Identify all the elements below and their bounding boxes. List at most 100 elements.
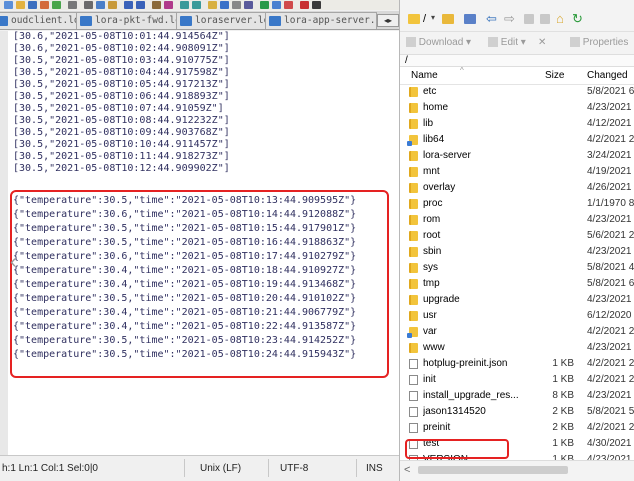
file-row[interactable]: root 5/6/2021 2:57 — [400, 228, 634, 244]
back-icon[interactable]: ⇦ — [486, 11, 497, 27]
file-row[interactable]: var 4/2/2021 2:22 — [400, 324, 634, 340]
file-row[interactable]: install_upgrade_res... 8 KB 4/23/2021 1:0 — [400, 388, 634, 404]
json-lines-highlight-box — [10, 190, 389, 378]
file-row[interactable]: www 4/23/2021 7:5 — [400, 340, 634, 356]
file-row[interactable]: proc 1/1/1970 8:00 — [400, 196, 634, 212]
play-macro-icon[interactable] — [312, 1, 321, 9]
edit-label: Edit — [500, 37, 519, 48]
folder-link-icon — [407, 327, 418, 338]
user-lang-icon[interactable] — [260, 1, 269, 9]
explorer-action-toolbar: Download ▾ Edit ▾ ✕ Properties — [400, 32, 634, 54]
tab-scroll-arrows[interactable]: ◂▸ — [377, 14, 399, 27]
file-changed-date: 4/23/2021 7:5 — [587, 102, 634, 113]
folder-icon[interactable] — [408, 14, 420, 24]
insert-mode: INS — [366, 463, 383, 474]
undo-icon[interactable] — [124, 1, 133, 9]
refresh-icon[interactable]: ↻ — [572, 11, 583, 27]
redo-icon[interactable] — [136, 1, 145, 9]
file-row[interactable]: tmp 5/8/2021 6:15 — [400, 276, 634, 292]
folder-icon — [409, 119, 418, 129]
folder-icon — [409, 151, 418, 161]
current-path-bar[interactable]: / — [400, 54, 634, 67]
file-name: overlay — [423, 182, 456, 193]
replace-icon[interactable] — [164, 1, 173, 9]
path-root[interactable]: / — [423, 13, 426, 25]
show-all-chars-icon[interactable] — [232, 1, 241, 9]
file-name: sbin — [423, 246, 442, 257]
root-dir-icon[interactable] — [540, 14, 550, 24]
folder-icon — [409, 247, 418, 257]
file-row[interactable]: sbin 4/23/2021 7:5 — [400, 244, 634, 260]
column-changed[interactable]: Changed — [587, 70, 628, 81]
parent-dir-icon[interactable] — [524, 14, 534, 24]
folder-icon — [409, 103, 418, 113]
home-icon[interactable]: ⌂ — [556, 11, 564, 26]
file-row[interactable]: usr 6/12/2020 5:4 — [400, 308, 634, 324]
edit-button[interactable]: Edit ▾ — [488, 37, 526, 48]
column-size[interactable]: Size — [545, 70, 564, 81]
save-all-icon[interactable] — [40, 1, 49, 9]
file-row[interactable]: home 4/23/2021 7:5 — [400, 100, 634, 116]
filter-icon[interactable] — [464, 14, 476, 24]
find-icon[interactable] — [152, 1, 161, 9]
file-changed-date: 4/2/2021 2:22 — [587, 374, 634, 385]
file-icon — [409, 407, 418, 417]
forward-icon[interactable]: ⇨ — [504, 11, 515, 27]
file-row[interactable]: lib64 4/2/2021 2:22 — [400, 132, 634, 148]
open-file-icon[interactable] — [16, 1, 25, 9]
file-row[interactable]: lib 4/12/2021 9:5 — [400, 116, 634, 132]
file-row[interactable]: sys 5/8/2021 4:34 — [400, 260, 634, 276]
indent-guide-icon[interactable] — [244, 1, 253, 9]
editor-text-area[interactable]: [30.6,"2021-05-08T10:01:44.914564Z"] [30… — [0, 31, 399, 455]
function-list-icon[interactable] — [284, 1, 293, 9]
column-name[interactable]: Name — [411, 70, 438, 81]
zoom-out-icon[interactable] — [192, 1, 201, 9]
file-size: 1 KB — [552, 358, 574, 369]
file-size: 1 KB — [552, 374, 574, 385]
file-row[interactable]: mnt 4/19/2021 9:4 — [400, 164, 634, 180]
editor-toolbar — [0, 0, 399, 10]
cut-icon[interactable] — [84, 1, 93, 9]
horizontal-scrollbar[interactable]: < — [400, 460, 634, 481]
sync-scroll-icon[interactable] — [208, 1, 217, 9]
file-name: home — [423, 102, 449, 113]
edit-icon — [488, 37, 498, 48]
file-row[interactable]: rom 4/23/2021 7:5 — [400, 212, 634, 228]
properties-button[interactable]: Properties — [570, 37, 628, 48]
close-file-icon[interactable] — [52, 1, 61, 9]
file-name: var — [423, 326, 437, 337]
scrollbar-thumb[interactable] — [418, 466, 568, 474]
paste-icon[interactable] — [108, 1, 117, 9]
code-line: [30.5,"2021-05-08T10:12:44.909902Z"] — [13, 163, 230, 174]
tab-lora-app-server-log[interactable]: lora-app-server.log — [265, 12, 377, 29]
new-file-icon[interactable] — [4, 1, 13, 9]
file-row[interactable]: preinit 2 KB 4/2/2021 2:22 — [400, 420, 634, 436]
word-wrap-icon[interactable] — [220, 1, 229, 9]
file-row[interactable]: etc 5/8/2021 6:25 — [400, 85, 634, 100]
file-row[interactable]: overlay 4/26/2021 11 — [400, 180, 634, 196]
file-icon — [409, 375, 418, 385]
file-name: sys — [423, 262, 438, 273]
file-row[interactable]: init 1 KB 4/2/2021 2:22 — [400, 372, 634, 388]
doc-map-icon[interactable] — [272, 1, 281, 9]
file-row[interactable]: jason1314520 2 KB 5/8/2021 5:15 — [400, 404, 634, 420]
file-name: init — [423, 374, 436, 385]
file-row[interactable]: hotplug-preinit.json 1 KB 4/2/2021 2:22 — [400, 356, 634, 372]
file-row[interactable]: lora-server 3/24/2021 11 — [400, 148, 634, 164]
chevron-down-icon[interactable]: ▾ — [431, 13, 435, 22]
file-changed-date: 4/23/2021 1:0 — [587, 454, 634, 460]
folder-icon — [409, 231, 418, 241]
scroll-left-icon[interactable]: < — [404, 464, 410, 476]
sort-asc-icon: ^ — [460, 66, 464, 75]
file-row[interactable]: upgrade 4/23/2021 7:5 — [400, 292, 634, 308]
open-folder-icon[interactable] — [442, 14, 454, 24]
save-icon[interactable] — [28, 1, 37, 9]
folder-icon — [409, 311, 418, 321]
zoom-in-icon[interactable] — [180, 1, 189, 9]
properties-icon — [570, 37, 580, 48]
copy-icon[interactable] — [96, 1, 105, 9]
print-icon[interactable] — [68, 1, 77, 9]
download-button[interactable]: Download ▾ — [406, 37, 471, 48]
delete-icon[interactable]: ✕ — [538, 37, 546, 48]
record-macro-icon[interactable] — [300, 1, 309, 9]
